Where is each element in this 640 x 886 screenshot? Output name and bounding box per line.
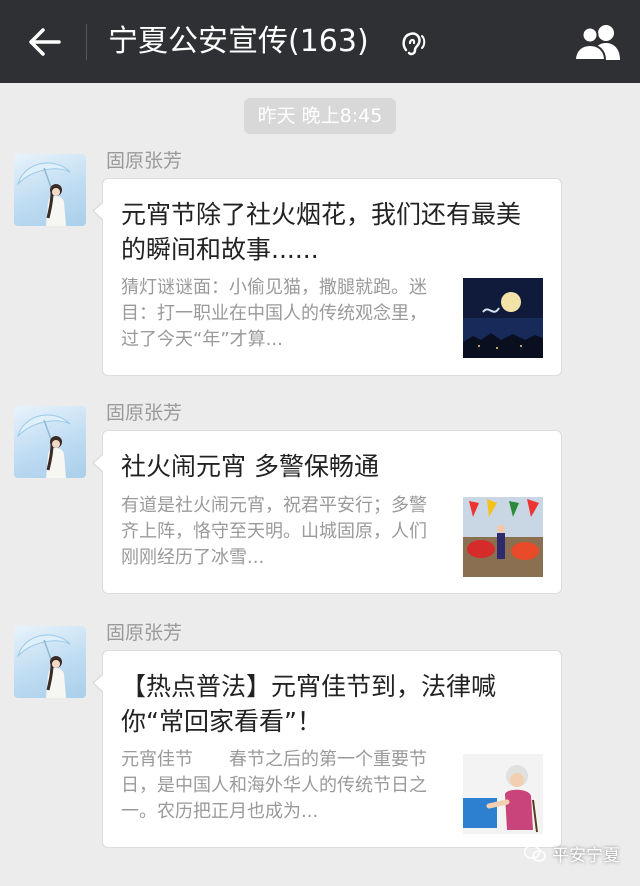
festival-parade-thumbnail-icon [463, 497, 543, 577]
article-card[interactable]: 【热点普法】元宵佳节到，法律喊你“常回家看看”！ 元宵佳节 春节之后的第一个重要… [92, 650, 562, 848]
article-description: 有道是社火闹元宵，祝君平安行；多警齐上阵，恪守至天明。山城固原，人们刚刚经历了冰… [121, 495, 427, 568]
header-divider [86, 24, 87, 60]
article-thumbnail [463, 278, 543, 358]
girl-with-umbrella-avatar-icon [17, 634, 71, 698]
group-members-icon[interactable] [572, 22, 624, 62]
arrow-left-icon [29, 28, 61, 56]
sender-name: 固原张芳 [106, 402, 183, 424]
sender-name: 固原张芳 [106, 622, 183, 644]
watermark-text: 平安宁夏 [552, 846, 620, 866]
girl-with-umbrella-avatar-icon [17, 414, 71, 478]
chat-message: 固原张芳 社火闹元宵 多警保畅通 有道是社火闹元宵，祝君平安行；多警齐上阵，恪守… [0, 402, 640, 606]
avatar[interactable] [14, 626, 86, 698]
back-button[interactable] [24, 22, 64, 62]
article-title: 元宵节除了社火烟花，我们还有最美的瞬间和故事...... [121, 200, 522, 264]
avatar[interactable] [14, 406, 86, 478]
article-card[interactable]: 元宵节除了社火烟花，我们还有最美的瞬间和故事...... 猜灯谜谜面：小偷见猫，… [92, 178, 562, 376]
article-title: 【热点普法】元宵佳节到，法律喊你“常回家看看”！ [121, 672, 497, 736]
message-timestamp: 昨天 晚上8:45 [244, 98, 396, 134]
wechat-logo-icon [524, 844, 546, 862]
chat-message: 固原张芳 元宵节除了社火烟花，我们还有最美的瞬间和故事...... 猜灯谜谜面：… [0, 150, 640, 384]
article-thumbnail [463, 497, 543, 577]
chat-header: 宁夏公安宣传(163) [0, 0, 640, 83]
ear-icon[interactable] [398, 28, 428, 58]
girl-with-umbrella-avatar-icon [17, 162, 71, 226]
article-description: 元宵佳节 春节之后的第一个重要节日，是中国人和海外华人的传统节日之一。农历把正月… [121, 749, 427, 822]
avatar[interactable] [14, 154, 86, 226]
article-thumbnail [463, 754, 543, 834]
moon-night-thumbnail-icon [463, 278, 543, 358]
article-title: 社火闹元宵 多警保畅通 [121, 452, 379, 481]
watermark: 平安宁夏 [524, 841, 620, 866]
chat-title: 宁夏公安宣传(163) [108, 24, 369, 59]
article-card[interactable]: 社火闹元宵 多警保畅通 有道是社火闹元宵，祝君平安行；多警齐上阵，恪守至天明。山… [92, 430, 562, 594]
article-description: 猜灯谜谜面：小偷见猫，撒腿就跑。迷目：打一职业在中国人的传统观念里，过了今天“年… [121, 277, 427, 350]
sender-name: 固原张芳 [106, 150, 183, 172]
chat-message: 固原张芳 【热点普法】元宵佳节到，法律喊你“常回家看看”！ 元宵佳节 春节之后的… [0, 622, 640, 862]
elderly-woman-illustration-icon [463, 754, 543, 834]
